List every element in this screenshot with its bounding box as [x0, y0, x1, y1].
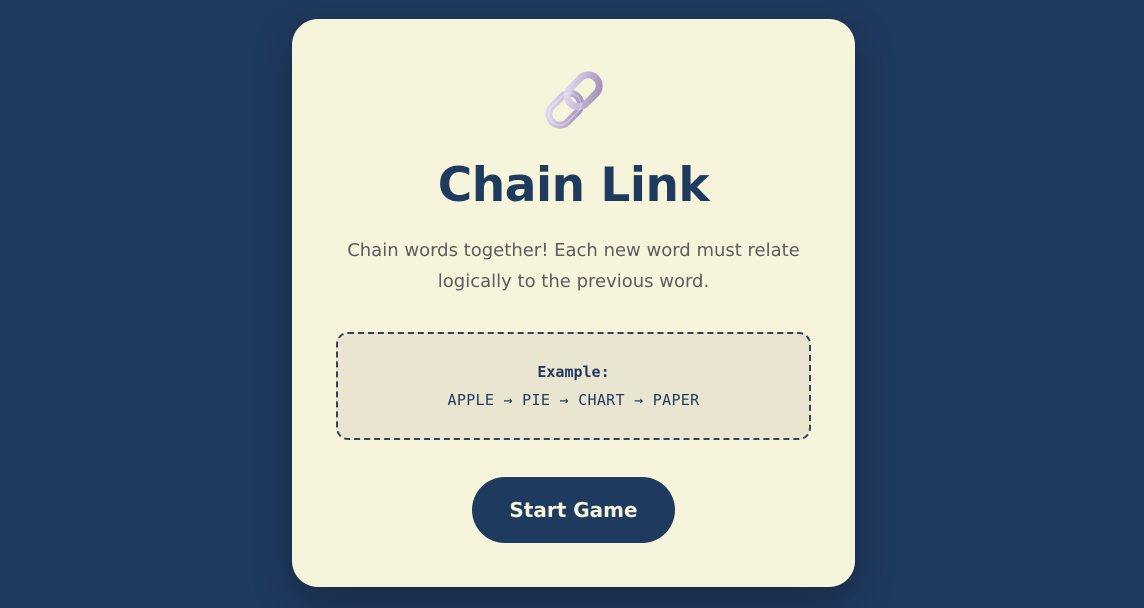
example-label: Example: [537, 363, 610, 381]
game-title: Chain Link [437, 158, 710, 213]
example-chain: APPLE → PIE → CHART → PAPER [447, 391, 700, 409]
intro-card: Chain Link Chain words together! Each ne… [292, 19, 855, 587]
game-description: Chain words together! Each new word must… [347, 240, 800, 292]
logo-area [292, 65, 855, 135]
page-background: Chain Link Chain words together! Each ne… [0, 0, 1144, 608]
example-box: Example: APPLE → PIE → CHART → PAPER [336, 332, 811, 440]
start-game-button[interactable]: Start Game [472, 477, 675, 543]
chain-link-icon [544, 71, 603, 129]
